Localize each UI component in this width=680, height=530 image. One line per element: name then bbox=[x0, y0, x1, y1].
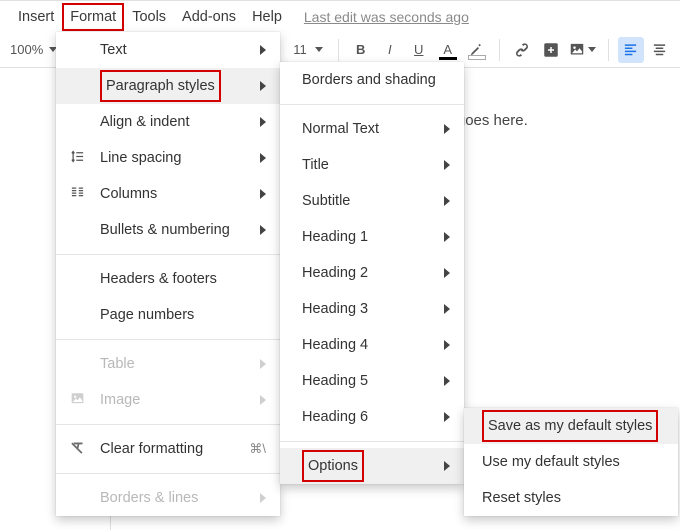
menu-help[interactable]: Help bbox=[244, 3, 290, 31]
menu-paragraph-styles[interactable]: Paragraph styles bbox=[56, 68, 280, 104]
menu-addons[interactable]: Add-ons bbox=[174, 3, 244, 31]
columns-icon bbox=[70, 185, 85, 203]
chevron-right-icon bbox=[260, 225, 266, 235]
menubar: Insert Format Tools Add-ons Help Last ed… bbox=[0, 0, 680, 32]
chevron-right-icon bbox=[444, 461, 450, 471]
chevron-right-icon bbox=[260, 153, 266, 163]
menu-clear-formatting[interactable]: Clear formatting⌘\ bbox=[56, 431, 280, 467]
divider bbox=[56, 339, 280, 340]
link-icon bbox=[514, 42, 530, 58]
chevron-right-icon bbox=[444, 268, 450, 278]
chevron-right-icon bbox=[260, 117, 266, 127]
chevron-right-icon bbox=[444, 412, 450, 422]
menu-headers-footers[interactable]: Headers & footers bbox=[56, 261, 280, 297]
format-dropdown: Text Paragraph styles Align & indent Lin… bbox=[56, 32, 280, 516]
shortcut: ⌘\ bbox=[249, 441, 266, 457]
text-color-button[interactable]: A bbox=[435, 37, 461, 63]
option-reset[interactable]: Reset styles bbox=[464, 480, 678, 516]
chevron-right-icon bbox=[260, 493, 266, 503]
submenu-heading2[interactable]: Heading 2 bbox=[280, 255, 464, 291]
divider bbox=[56, 254, 280, 255]
chevron-right-icon bbox=[260, 45, 266, 55]
chevron-right-icon bbox=[444, 196, 450, 206]
bold-button[interactable]: B bbox=[348, 37, 374, 63]
insert-image-button[interactable] bbox=[567, 37, 599, 63]
menu-tools[interactable]: Tools bbox=[124, 3, 174, 31]
menu-format[interactable]: Format bbox=[62, 3, 124, 31]
options-submenu: Save as my default styles Use my default… bbox=[464, 408, 678, 516]
menu-line-spacing[interactable]: Line spacing bbox=[56, 140, 280, 176]
divider bbox=[338, 39, 339, 61]
option-use-default[interactable]: Use my default styles bbox=[464, 444, 678, 480]
divider bbox=[280, 441, 464, 442]
submenu-heading6[interactable]: Heading 6 bbox=[280, 399, 464, 435]
font-size-selector[interactable]: 11 bbox=[293, 42, 323, 57]
zoom-value: 100% bbox=[10, 42, 43, 57]
chevron-down-icon bbox=[588, 47, 596, 52]
chevron-right-icon bbox=[444, 376, 450, 386]
menu-table: Table bbox=[56, 346, 280, 382]
menu-borders-lines: Borders & lines bbox=[56, 480, 280, 516]
line-spacing-icon bbox=[70, 149, 85, 167]
align-center-icon bbox=[652, 42, 667, 57]
submenu-heading1[interactable]: Heading 1 bbox=[280, 219, 464, 255]
align-left-button[interactable] bbox=[618, 37, 644, 63]
last-edit-link[interactable]: Last edit was seconds ago bbox=[304, 9, 469, 25]
submenu-subtitle[interactable]: Subtitle bbox=[280, 183, 464, 219]
align-center-button[interactable] bbox=[647, 37, 673, 63]
align-right-button[interactable] bbox=[676, 37, 680, 63]
submenu-heading3[interactable]: Heading 3 bbox=[280, 291, 464, 327]
option-save-default[interactable]: Save as my default styles bbox=[464, 408, 678, 444]
menu-image: Image bbox=[56, 382, 280, 418]
menu-insert[interactable]: Insert bbox=[10, 3, 62, 31]
chevron-right-icon bbox=[444, 304, 450, 314]
image-icon bbox=[70, 392, 85, 409]
highlight-button[interactable] bbox=[464, 37, 490, 63]
comment-plus-icon bbox=[542, 41, 560, 59]
submenu-borders-shading[interactable]: Borders and shading bbox=[280, 62, 464, 98]
insert-link-button[interactable] bbox=[509, 37, 535, 63]
chevron-right-icon bbox=[444, 232, 450, 242]
menu-bullets-numbering[interactable]: Bullets & numbering bbox=[56, 212, 280, 248]
divider bbox=[499, 39, 500, 61]
paragraph-styles-submenu: Borders and shading Normal Text Title Su… bbox=[280, 62, 464, 484]
menu-text[interactable]: Text bbox=[56, 32, 280, 68]
divider bbox=[56, 473, 280, 474]
submenu-options[interactable]: Options bbox=[280, 448, 464, 484]
chevron-right-icon bbox=[260, 359, 266, 369]
divider bbox=[608, 39, 609, 61]
clear-format-icon bbox=[70, 440, 85, 458]
highlighter-icon bbox=[469, 42, 484, 57]
image-icon bbox=[569, 42, 585, 57]
font-size-value: 11 bbox=[293, 42, 307, 57]
chevron-right-icon bbox=[444, 124, 450, 134]
submenu-heading5[interactable]: Heading 5 bbox=[280, 363, 464, 399]
chevron-right-icon bbox=[260, 395, 266, 405]
divider bbox=[56, 424, 280, 425]
chevron-right-icon bbox=[444, 340, 450, 350]
underline-button[interactable]: U bbox=[406, 37, 432, 63]
align-left-icon bbox=[623, 42, 638, 57]
add-comment-button[interactable] bbox=[538, 37, 564, 63]
italic-button[interactable]: I bbox=[377, 37, 403, 63]
menu-page-numbers[interactable]: Page numbers bbox=[56, 297, 280, 333]
divider bbox=[280, 104, 464, 105]
submenu-title[interactable]: Title bbox=[280, 147, 464, 183]
submenu-normal-text[interactable]: Normal Text bbox=[280, 111, 464, 147]
chevron-right-icon bbox=[444, 160, 450, 170]
submenu-heading4[interactable]: Heading 4 bbox=[280, 327, 464, 363]
menu-align-indent[interactable]: Align & indent bbox=[56, 104, 280, 140]
chevron-right-icon bbox=[260, 189, 266, 199]
chevron-right-icon bbox=[260, 81, 266, 91]
menu-columns[interactable]: Columns bbox=[56, 176, 280, 212]
chevron-down-icon bbox=[315, 47, 323, 52]
